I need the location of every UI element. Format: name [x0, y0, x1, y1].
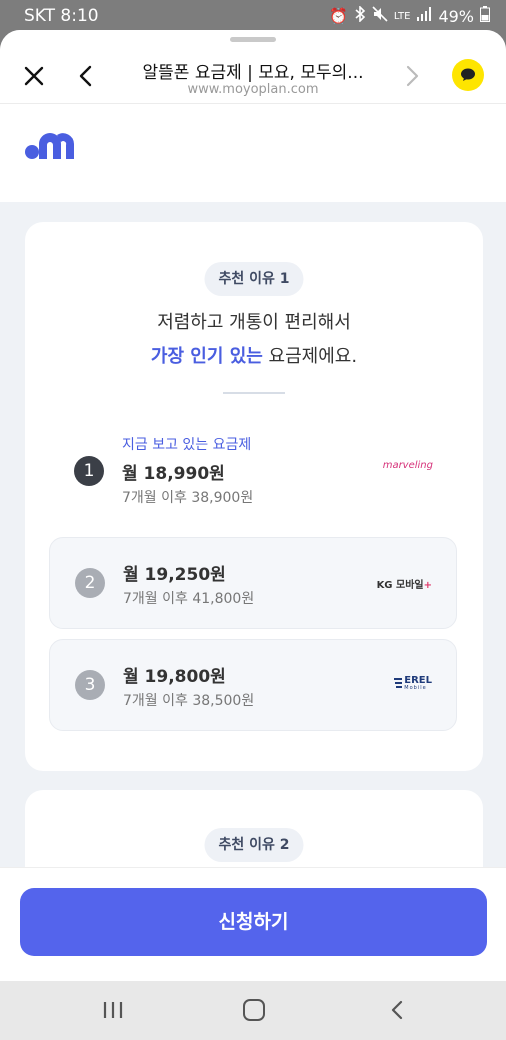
carrier-logo-erel: EREL Mobile	[394, 676, 432, 691]
recommendation-card-1: 추천 이유 1 저렴하고 개통이 편리해서 가장 인기 있는 요금제에요. 1 …	[25, 222, 483, 771]
sheet-drag-handle[interactable]	[230, 37, 276, 42]
carrier-logo-marveling: marveling	[382, 460, 433, 471]
alarm-icon: ⏰	[329, 7, 348, 25]
browser-sheet: 알뜰폰 요금제 | 모요, 모두의... www.moyoplan.com 추천…	[0, 30, 506, 981]
back-icon[interactable]	[72, 62, 100, 90]
recent-apps-icon[interactable]	[100, 1000, 126, 1020]
cta-bar: 신청하기	[0, 867, 506, 981]
plan-after-price: 7개월 이후 38,900원	[122, 490, 254, 506]
battery-percent: 49%	[438, 6, 474, 26]
rank-badge: 2	[75, 568, 105, 598]
kakao-chat-icon[interactable]	[452, 59, 484, 91]
status-icons: ⏰ LTE 49%	[329, 5, 490, 26]
battery-icon	[480, 6, 490, 26]
headline-line-2: 가장 인기 있는 요금제에요.	[25, 342, 483, 368]
apply-button[interactable]: 신청하기	[20, 888, 487, 956]
forward-icon[interactable]	[398, 62, 426, 90]
rank-badge: 3	[75, 670, 105, 700]
nav-back-icon[interactable]	[386, 999, 408, 1021]
carrier-logo-kg-mobile: KG 모바일+	[377, 576, 432, 591]
network-label: LTE	[393, 10, 411, 22]
plan-price: 월 18,990원	[122, 464, 225, 484]
headline-line-1: 저렴하고 개통이 편리해서	[157, 312, 351, 333]
rank-badge: 1	[74, 456, 104, 486]
site-header	[0, 104, 506, 202]
page-url: www.moyoplan.com	[187, 82, 319, 97]
reason-badge: 추천 이유 2	[204, 828, 304, 862]
plan-price: 월 19,800원	[123, 667, 226, 687]
reason-badge: 추천 이유 1	[204, 262, 304, 296]
close-icon[interactable]	[20, 62, 48, 90]
plan-item-1[interactable]: 1 지금 보고 있는 요금제 월 18,990원 7개월 이후 38,900원 …	[49, 422, 457, 514]
moyo-logo[interactable]	[24, 126, 76, 164]
divider	[223, 392, 285, 394]
mute-icon	[372, 6, 388, 26]
system-nav-bar	[0, 981, 506, 1040]
carrier-mark: +	[423, 580, 432, 591]
plan-item-3[interactable]: 3 월 19,800원 7개월 이후 38,500원 EREL Mobile	[49, 639, 457, 731]
headline-rest: 요금제에요.	[262, 346, 358, 367]
status-bar: SKT 8:10 ⏰ LTE 49%	[0, 0, 506, 30]
plan-price: 월 19,250원	[123, 565, 226, 585]
plan-after-price: 7개월 이후 38,500원	[123, 693, 255, 709]
page-title: 알뜰폰 요금제 | 모요, 모두의...	[142, 63, 364, 83]
plan-item-2[interactable]: 2 월 19,250원 7개월 이후 41,800원 KG 모바일+	[49, 537, 457, 629]
bluetooth-icon	[354, 5, 366, 26]
headline-accent: 가장 인기 있는	[150, 346, 263, 367]
home-icon[interactable]	[243, 999, 265, 1021]
current-plan-label: 지금 보고 있는 요금제	[122, 437, 252, 453]
carrier-name: KG 모바일	[376, 580, 424, 591]
signal-icon	[416, 7, 432, 25]
in-app-browser-bar: 알뜰폰 요금제 | 모요, 모두의... www.moyoplan.com	[0, 30, 506, 104]
erel-mark-icon	[394, 677, 403, 688]
plan-after-price: 7개월 이후 41,800원	[123, 591, 255, 607]
status-carrier-time: SKT 8:10	[24, 6, 99, 26]
carrier-sub: Mobile	[404, 685, 427, 691]
